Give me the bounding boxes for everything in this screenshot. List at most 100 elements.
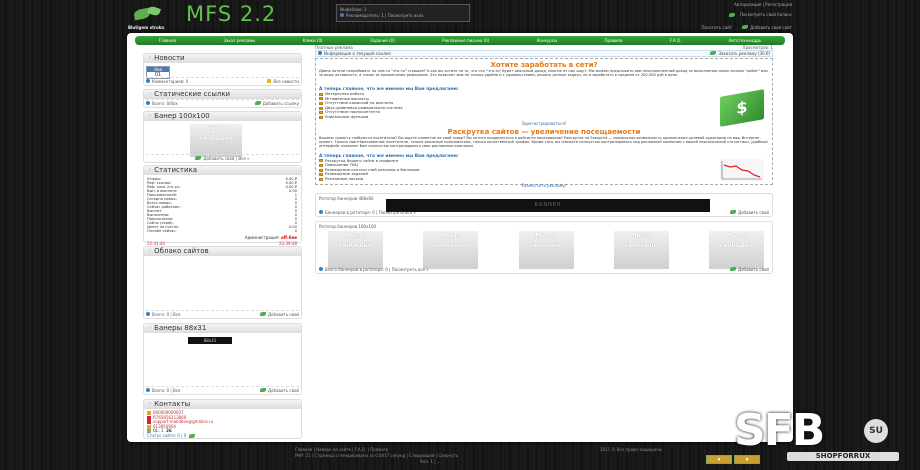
stats-title: ◦ Статистика [144, 166, 301, 175]
place-ad-link[interactable]: Разместить рекламу! [319, 183, 769, 188]
add-link-button[interactable]: Добавить ссылку [254, 101, 299, 106]
static-links-footer: Всего: 0/0ox Добавить ссылку [146, 99, 299, 106]
comments-link[interactable]: Комментариев: 0 [146, 79, 188, 84]
bullet-icon [319, 177, 323, 181]
banner-slot[interactable]: Место свободно [709, 231, 764, 269]
rotator-100-footer: Всего баннеров в ротаторе: 0 | Посмотрет… [319, 266, 769, 272]
banner-slot[interactable]: Место свободно [613, 231, 669, 269]
nav-rules[interactable]: Правила [605, 38, 623, 43]
promo2-title: Раскрутка сайтов — увеличение посещаемос… [447, 127, 641, 136]
rotator-468-add[interactable]: Добавить свой [729, 210, 769, 215]
mail-icon [147, 420, 151, 425]
balance-link[interactable]: Посмотреть свой баланс [728, 12, 792, 17]
nav-mail-ads[interactable]: Рекламные письма (0) [442, 38, 489, 43]
promo-box: Хотите заработать в сети? Давно хотели п… [315, 58, 773, 188]
header-site-links: Посетить сайт Добавить свой сайт [702, 25, 792, 30]
main-nav: Главная Заказ рекламы Клики (0) Задания … [135, 36, 785, 45]
cloud-add-button[interactable]: Добавить свой [259, 312, 299, 317]
nav-order-ads[interactable]: Заказ рекламы [223, 38, 255, 43]
leaf-icon [729, 210, 736, 214]
info-icon [146, 388, 150, 392]
copyright: 2011 © Все права защищены [600, 447, 663, 452]
visit-site-link[interactable]: Посетить сайт [702, 25, 733, 30]
bullet-icon [319, 168, 323, 172]
nav-auto[interactable]: Автотехниаддь [729, 38, 762, 43]
banner-slot[interactable]: Место свободно [518, 231, 574, 269]
banner100-footer[interactable]: Добавить свой | Все » [146, 154, 299, 161]
logo[interactable]: MFS 2.2 [130, 2, 276, 26]
stats-row: Онлайн сейчас: 0 [147, 229, 297, 233]
bullet-icon [319, 101, 323, 105]
chart-icon [720, 159, 764, 181]
banner100-title: ◦ Банер 100x100 [144, 112, 301, 121]
stats-value: 0 [294, 229, 297, 233]
leaf-icon [189, 433, 196, 438]
register-link[interactable]: Зарегистрироваться! [319, 121, 769, 126]
footer-links[interactable]: Главная | Наверх на сайте | F.A.Q. | Пра… [295, 447, 388, 452]
rotator-100-all[interactable]: Всего баннеров в ротаторе: 0 | Посмотрет… [319, 267, 429, 272]
contact-status: Статус сайта: 0 | 0 [147, 433, 297, 439]
views-count: Просмотров: 1 [742, 45, 774, 50]
banners88-all-link[interactable]: Всего: 0 | Все [146, 388, 180, 393]
bullet-icon [319, 159, 323, 163]
banners88-box: ◦ Банеры 88x31 88x31 Всего: 0 | Все Добав… [143, 323, 302, 395]
rotator-100-strip: Место свободно Место свободно Место своб… [328, 231, 764, 269]
stats-box: ◦ Статистика Юзеры: 0.00 ₽ Реф. ссылок: 0.00… [143, 165, 302, 246]
stats-label: Онлайн сейчас: [147, 229, 177, 233]
news-box: ◦ Новости Янв 01 Комментариев: 0 Все ново… [143, 53, 302, 86]
bullet-icon [319, 92, 323, 96]
stats-table: Юзеры: 0.00 ₽ Реф. ссылок: 0.00 ₽ Реф. клик … [147, 177, 297, 233]
auth-links[interactable]: Авторизация | Регистрация [734, 2, 792, 7]
logo-text: MFS 2.2 [186, 2, 277, 26]
promo2-text: Вашему проекту требуются посетители? Вы … [319, 135, 768, 148]
info-link[interactable]: Информация о текущей ссылке [318, 51, 391, 56]
banner100-box: ◦ Банер 100x100 Место свободно Добавить с… [143, 111, 302, 163]
banners88-add-button[interactable]: Добавить свой [259, 388, 299, 393]
info-icon [318, 51, 322, 55]
all-news-link[interactable]: Все новости [267, 79, 299, 84]
nav-tasks[interactable]: Задания (0) [370, 38, 395, 43]
rotator-468-all[interactable]: Баннеров в ротаторе: 0 | Посмотреть все … [319, 210, 416, 215]
info-icon [319, 267, 323, 271]
counter-badge[interactable]: ● [706, 455, 732, 464]
contacts-box: ◦ Контакты 000000000007 R765656213869 sup… [143, 399, 302, 439]
order-ad-button[interactable]: Заказать рекламу (30 ₽) [710, 51, 770, 56]
comment-icon [146, 79, 150, 83]
icq-icon [147, 411, 151, 416]
news-footer: Комментариев: 0 Все новости [146, 77, 299, 84]
cloud-all-link[interactable]: Всего: 0 | Все [146, 312, 180, 317]
nav-home[interactable]: Главная [159, 38, 176, 43]
news-title: ◦ Новости [144, 54, 301, 63]
watermark-text: SFB [734, 405, 825, 456]
content: Платные реклама Просмотров: 1 Информация… [315, 45, 773, 274]
leaf-logo-icon [130, 4, 166, 24]
nav-faq[interactable]: F.A.Q. [670, 38, 681, 43]
info-icon [146, 312, 150, 316]
nav-contests[interactable]: Конкурсы [537, 38, 558, 43]
leaf-icon [259, 312, 266, 316]
rotator-100: Ротатор баннеров 100x100 Место свободно … [315, 221, 773, 274]
list-item: Уникальные функции [319, 114, 769, 120]
rotator-100-add[interactable]: Добавить свой [729, 267, 769, 272]
nav-clicks[interactable]: Клики (0) [303, 38, 323, 43]
bullet-icon [319, 173, 323, 177]
promo1-list: Интересная работа Мгновенные выплаты Отсут… [319, 91, 769, 120]
info-ticker: Инфоблок: 1 Рекламодатель: 1 | Посмотрет… [336, 4, 470, 22]
site-cloud-title: ◦ Облако сайтов [144, 247, 301, 256]
breadcrumb: Blutigem stroka [128, 25, 165, 30]
banners88-title: ◦ Банеры 88x31 [144, 324, 301, 333]
leaf-icon [728, 12, 735, 17]
add-site-link[interactable]: Добавить свой сайт [742, 25, 792, 30]
info-bar: Информация о текущей ссылке Заказать рек… [315, 50, 773, 57]
ticker-link[interactable]: Рекламодатель: 1 | Посмотреть всех [340, 12, 466, 18]
banner88-slot[interactable]: 88x31 [188, 337, 232, 344]
promo2-list: Раскрутка Вашего сайта в серфинге Повышен… [319, 158, 769, 182]
banner-placeholder[interactable]: Место свободно [190, 124, 242, 157]
banner-slot[interactable]: Место свободно [423, 231, 479, 269]
main-panel: Главная Заказ рекламы Клики (0) Задания … [127, 33, 793, 442]
leaf-icon [259, 388, 266, 392]
banner-slot[interactable]: Место свободно [328, 231, 383, 269]
leaf-icon [710, 51, 717, 55]
admin-label: Администрация: [244, 235, 280, 240]
page: MFS 2.2 Blutigem stroka Инфоблок: 1 Рекл… [0, 0, 920, 470]
